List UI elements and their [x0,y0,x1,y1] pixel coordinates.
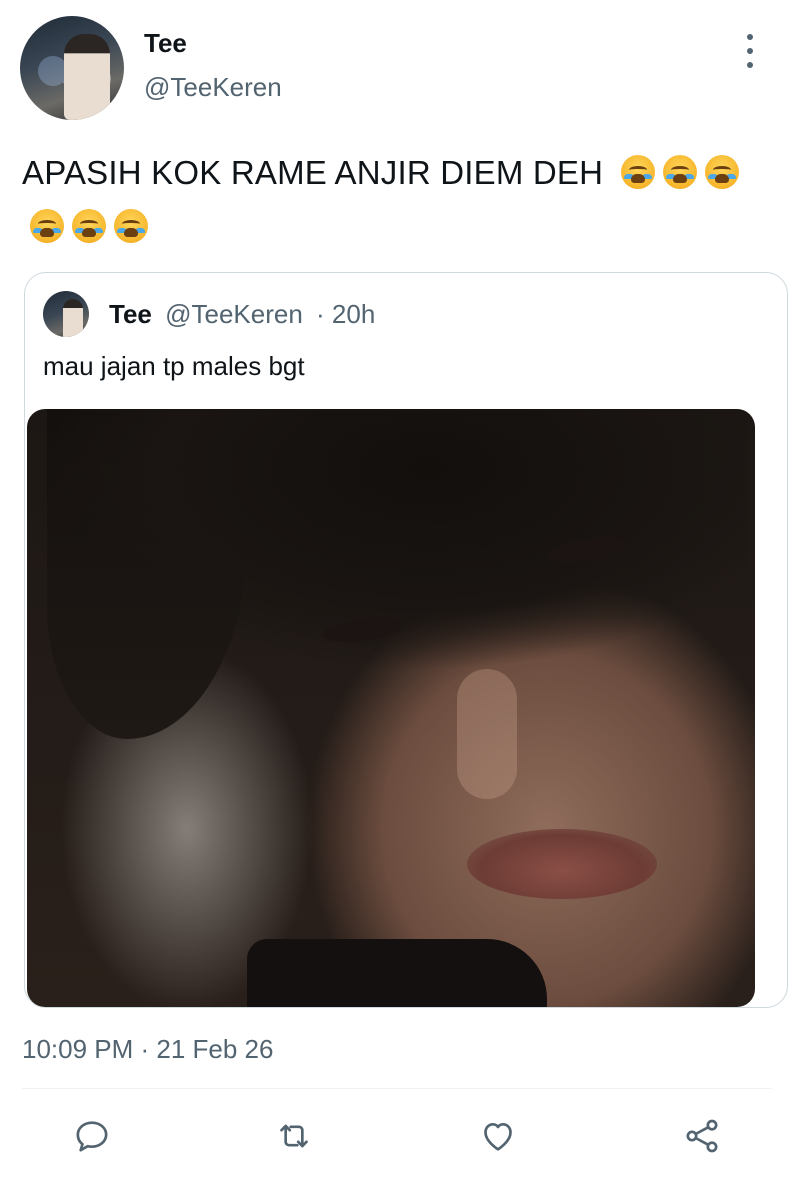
loudly-crying-face-icon [30,209,64,243]
loudly-crying-face-icon [114,209,148,243]
loudly-crying-face-icon [704,155,739,189]
quoted-tweet-photo[interactable] [27,409,755,1007]
divider [22,1088,772,1089]
avatar-figure [63,299,83,337]
like-button[interactable] [478,1116,518,1156]
quoted-tweet-text: mau jajan tp males bgt [43,351,305,381]
dot [747,62,753,68]
dot [747,34,753,40]
share-icon [686,1119,718,1153]
author-display-name[interactable]: Tee [144,28,187,59]
retweet-icon [280,1124,308,1148]
tweet-timestamp[interactable]: 10:09 PM · 21 Feb 26 [22,1034,273,1065]
photo-detail [467,829,657,899]
author-handle[interactable]: @TeeKeren [144,72,282,103]
reply-icon [76,1121,108,1152]
loudly-crying-face-icon [662,155,697,189]
tweet-detail: Tee @TeeKeren APASIH KOK RAME ANJIR DIEM… [0,0,792,1200]
retweet-button[interactable] [274,1116,314,1156]
more-options-icon[interactable] [738,34,762,68]
quoted-author-handle: @TeeKeren [165,299,303,329]
quoted-author-avatar [43,291,89,337]
quoted-tweet-header: Tee @TeeKeren · 20h [109,299,375,330]
dot [747,48,753,54]
author-avatar[interactable] [20,16,124,120]
quoted-author-display-name: Tee [109,299,152,329]
photo-detail [47,409,747,709]
heart-icon [484,1123,512,1151]
loudly-crying-face-icon [620,155,655,189]
reply-button[interactable] [72,1116,112,1156]
share-button[interactable] [682,1116,722,1156]
quoted-tweet-card[interactable]: Tee @TeeKeren · 20h mau jajan tp males b… [24,272,788,1008]
loudly-crying-face-icon [72,209,106,243]
avatar-figure [64,34,110,120]
photo-detail [247,939,547,1007]
tweet-text-content: APASIH KOK RAME ANJIR DIEM DEH [22,154,604,191]
quoted-tweet-age: · 20h [316,299,376,329]
photo-detail [457,669,517,799]
tweet-text: APASIH KOK RAME ANJIR DIEM DEH [22,146,762,254]
